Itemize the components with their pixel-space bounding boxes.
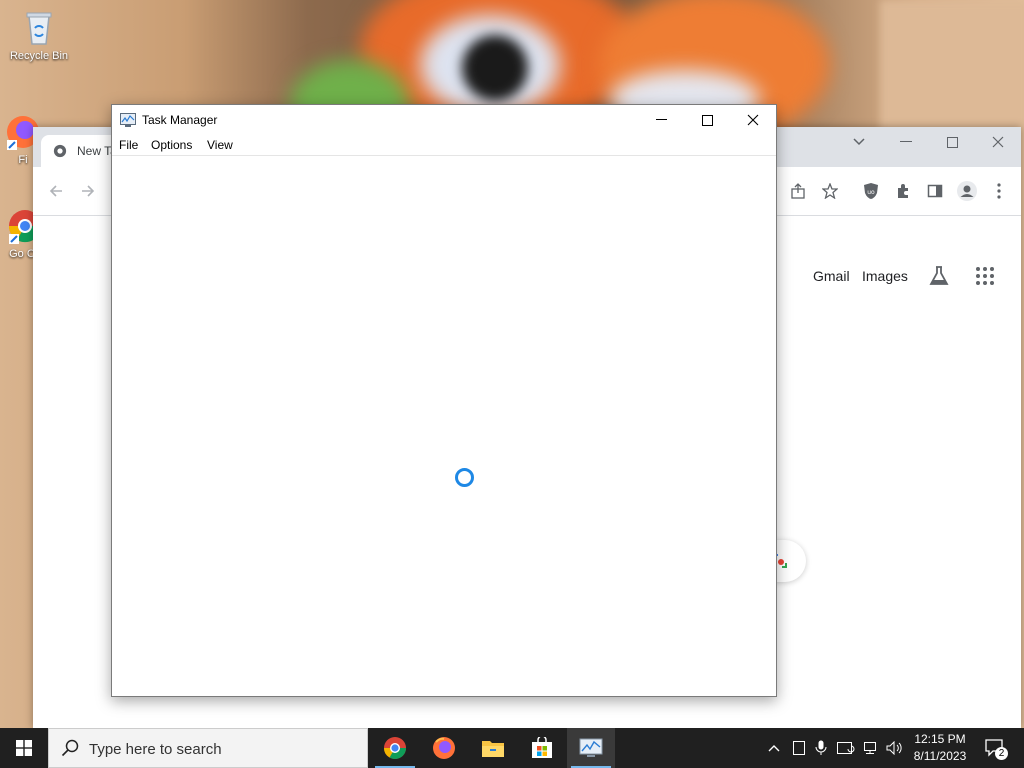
minimize-icon — [655, 119, 667, 120]
taskbar: Type here to search 12:15 PM 8/11/2023 2 — [0, 728, 1024, 768]
images-link[interactable]: Images — [862, 268, 908, 284]
task-manager-title: Task Manager — [142, 113, 218, 127]
recycle-bin-icon — [19, 8, 59, 48]
menu-file[interactable]: File — [119, 138, 138, 152]
ublock-extension-icon[interactable]: uo — [860, 180, 882, 202]
desktop-icon-label: Recycle Bin — [9, 50, 69, 62]
taskbar-app-firefox[interactable] — [420, 728, 468, 768]
task-manager-icon — [579, 738, 603, 757]
chrome-favicon-icon — [53, 144, 67, 158]
clock-time: 12:15 PM — [914, 732, 966, 746]
taskbar-app-chrome[interactable] — [371, 728, 419, 768]
close-icon — [747, 114, 759, 126]
notification-badge: 2 — [995, 747, 1008, 760]
tablet-mode-icon[interactable] — [788, 728, 810, 768]
maximize-icon — [701, 114, 713, 126]
desktop-icon-recycle-bin[interactable]: Recycle Bin — [4, 8, 74, 62]
taskbar-search-box[interactable]: Type here to search — [48, 728, 368, 768]
store-icon — [532, 737, 552, 758]
tab-search-chevron-down-icon[interactable] — [836, 127, 882, 157]
taskbar-app-task-manager[interactable] — [567, 728, 615, 768]
folder-icon — [482, 741, 504, 757]
maximize-button[interactable] — [684, 105, 730, 135]
system-clock[interactable]: 12:15 PM 8/11/2023 — [906, 731, 974, 765]
share-icon[interactable] — [787, 180, 809, 202]
menu-view[interactable]: View — [207, 138, 233, 152]
close-button[interactable] — [730, 105, 776, 135]
svg-text:uo: uo — [867, 189, 875, 196]
windows-logo-icon — [16, 740, 32, 756]
wallpaper-shape — [462, 35, 528, 101]
search-placeholder: Type here to search — [89, 741, 222, 758]
action-center-button[interactable]: 2 — [980, 728, 1010, 768]
volume-icon[interactable] — [884, 728, 906, 768]
security-update-icon[interactable] — [834, 728, 858, 768]
task-manager-window[interactable]: Task Manager File Options View — [111, 104, 777, 697]
gmail-link[interactable]: Gmail — [813, 268, 850, 284]
chrome-maximize-button[interactable] — [929, 127, 975, 157]
forward-arrow-icon[interactable] — [77, 180, 99, 202]
chrome-minimize-button[interactable] — [883, 127, 929, 157]
google-apps-grid-icon[interactable] — [975, 266, 995, 286]
show-hidden-icons-chevron-up-icon[interactable] — [764, 728, 784, 768]
firefox-icon — [433, 737, 455, 759]
microphone-icon[interactable] — [810, 728, 832, 768]
task-manager-menubar: File Options View — [112, 135, 776, 156]
taskbar-app-file-explorer[interactable] — [469, 728, 517, 768]
chrome-menu-kebab-icon[interactable] — [988, 180, 1010, 202]
task-manager-icon — [120, 113, 136, 127]
start-button[interactable] — [0, 728, 48, 768]
loading-spinner — [455, 468, 474, 487]
menu-options[interactable]: Options — [151, 138, 192, 152]
extensions-puzzle-icon[interactable] — [892, 180, 914, 202]
profile-avatar-icon[interactable] — [956, 180, 978, 202]
network-icon[interactable] — [860, 728, 882, 768]
back-arrow-icon[interactable] — [45, 180, 67, 202]
chrome-icon — [384, 737, 406, 759]
taskbar-app-microsoft-store[interactable] — [518, 728, 566, 768]
chrome-close-button[interactable] — [975, 127, 1021, 157]
bookmark-star-icon[interactable] — [819, 180, 841, 202]
search-icon — [61, 739, 79, 757]
task-manager-titlebar[interactable]: Task Manager — [112, 105, 776, 135]
minimize-button[interactable] — [638, 105, 684, 135]
labs-flask-icon[interactable] — [927, 264, 951, 288]
side-panel-icon[interactable] — [924, 180, 946, 202]
clock-date: 8/11/2023 — [913, 749, 967, 763]
